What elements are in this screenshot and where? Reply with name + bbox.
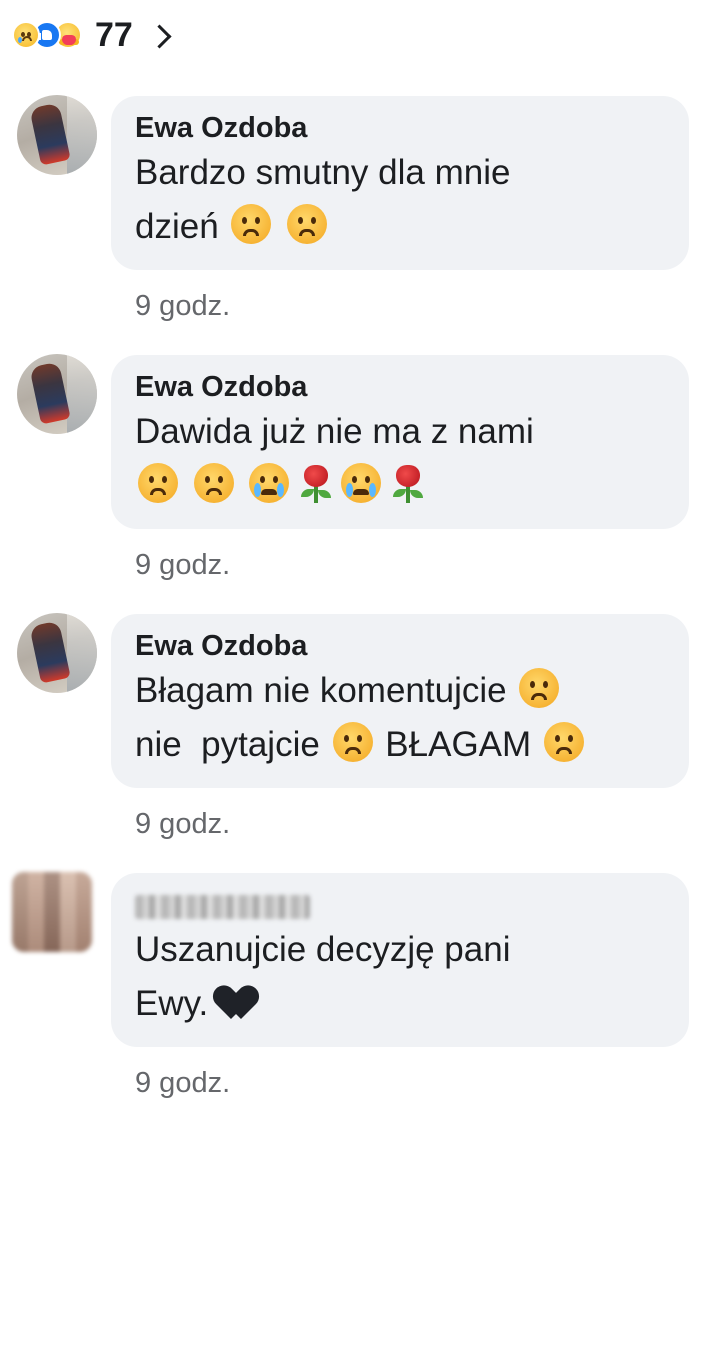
comment-bubble: Ewa Ozdoba Dawida już nie ma z nami <box>111 355 689 529</box>
frowning-emoji <box>332 722 373 762</box>
chevron-right-icon[interactable] <box>147 23 172 49</box>
frowning-emoji <box>138 463 178 503</box>
comment-timestamp[interactable]: 9 godz. <box>135 549 230 582</box>
comment-text: Dawida już nie ma z nami <box>135 405 665 513</box>
comment-text: Błagam nie komentujcie nie pytajcie BŁAG… <box>135 664 665 772</box>
comment-author[interactable]: Ewa Ozdoba <box>135 369 665 405</box>
avatar[interactable] <box>17 613 97 693</box>
reaction-count: 77 <box>95 15 133 54</box>
comment-text-line: Bardzo smutny dla mnie <box>135 153 511 192</box>
crying-emoji <box>249 463 290 503</box>
comment-timestamp[interactable]: 9 godz. <box>135 808 230 841</box>
blurred-author-name <box>135 895 310 919</box>
avatar[interactable] <box>12 872 92 952</box>
avatar[interactable] <box>17 95 97 175</box>
frowning-emoji <box>193 463 234 503</box>
comment-author[interactable] <box>135 887 665 923</box>
comment-text-line: Uszanujcie decyzję pani <box>135 930 511 969</box>
avatar[interactable] <box>17 354 97 434</box>
comment-bubble: Uszanujcie decyzję pani Ewy. <box>111 873 689 1047</box>
comment-timestamp[interactable]: 9 godz. <box>135 290 230 323</box>
comment-text-line: Ewy. <box>135 984 209 1023</box>
sad-reaction-icon <box>12 21 40 49</box>
comment-author[interactable]: Ewa Ozdoba <box>135 628 665 664</box>
frowning-emoji <box>287 204 328 244</box>
comment-bubble: Ewa Ozdoba Bardzo smutny dla mnie dzień <box>111 96 689 270</box>
frowning-emoji <box>519 668 560 708</box>
reaction-summary[interactable]: 77 <box>12 12 172 58</box>
comment-text-line: Błagam nie komentujcie <box>135 671 507 710</box>
comment-text: Uszanujcie decyzję pani Ewy. <box>135 923 665 1031</box>
comment-text-line: Dawida już nie ma z nami <box>135 412 534 451</box>
frowning-emoji <box>231 204 272 244</box>
black-heart-emoji <box>221 981 261 1021</box>
rose-emoji <box>387 463 427 503</box>
comment-text-segment: BŁAGAM <box>385 725 532 764</box>
comment-timestamp[interactable]: 9 godz. <box>135 1067 230 1100</box>
comment-text: Bardzo smutny dla mnie dzień <box>135 146 665 254</box>
comment-bubble: Ewa Ozdoba Błagam nie komentujcie nie py… <box>111 614 689 788</box>
comment-text-segment: nie pytajcie <box>135 725 320 764</box>
comment-text-line: dzień <box>135 207 219 246</box>
reaction-icons <box>12 21 82 49</box>
crying-emoji <box>341 463 382 503</box>
comment-author[interactable]: Ewa Ozdoba <box>135 110 665 146</box>
frowning-emoji <box>543 722 584 762</box>
rose-emoji <box>295 463 335 503</box>
